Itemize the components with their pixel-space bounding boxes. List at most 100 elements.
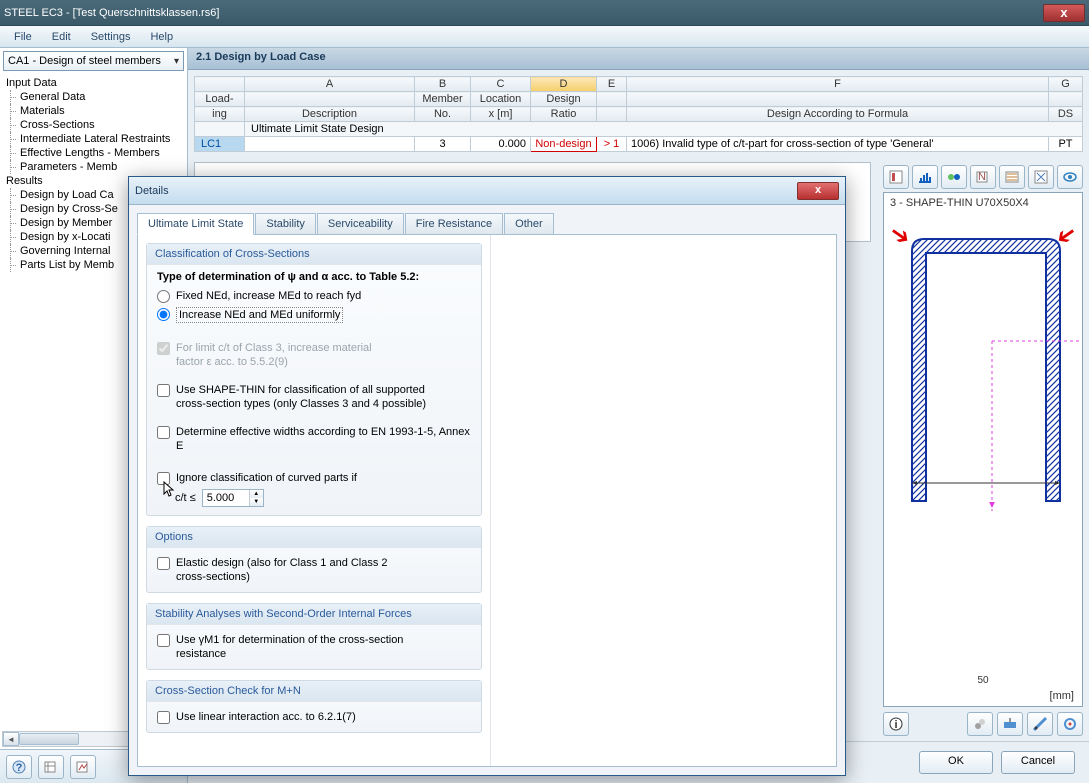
menu-file[interactable]: File xyxy=(4,29,42,45)
window-close-button[interactable]: x xyxy=(1043,4,1085,22)
chk-eff-widths-label: Determine effective widths according to … xyxy=(176,425,471,453)
h-loc2: x [m] xyxy=(471,107,531,122)
eye-icon[interactable] xyxy=(1057,165,1083,189)
menu-edit[interactable]: Edit xyxy=(42,29,81,45)
h-loading2: ing xyxy=(195,107,245,122)
rt-icon-6[interactable] xyxy=(1028,165,1054,189)
cancel-button[interactable]: Cancel xyxy=(1001,751,1075,774)
menu-help[interactable]: Help xyxy=(140,29,183,45)
pt-icon-2[interactable] xyxy=(997,712,1023,736)
tree-lateral-restraints[interactable]: Intermediate Lateral Restraints xyxy=(0,132,187,146)
h-g2: DS xyxy=(1049,107,1083,122)
cell-formula[interactable]: 1006) Invalid type of c/t-part for cross… xyxy=(627,137,1049,152)
rt-icon-1[interactable] xyxy=(883,165,909,189)
dialog-title: Details xyxy=(135,185,169,197)
cell-desc[interactable] xyxy=(245,137,415,152)
toolbar-icon-3[interactable] xyxy=(70,755,96,779)
details-dialog: Details x Ultimate Limit State Stability… xyxy=(128,176,846,776)
rt-icon-2[interactable] xyxy=(912,165,938,189)
ratio-spinner[interactable]: ▲▼ xyxy=(249,490,263,506)
cell-x[interactable]: 0.000 xyxy=(471,137,531,152)
menu-settings[interactable]: Settings xyxy=(81,29,141,45)
case-dropdown-value: CA1 - Design of steel members xyxy=(8,55,161,67)
ratio-input[interactable] xyxy=(203,490,249,506)
group-stability: Stability Analyses with Second-Order Int… xyxy=(146,603,482,670)
group-classification: Classification of Cross-Sections Type of… xyxy=(146,243,482,516)
section-title: 3 - SHAPE-THIN U70X50X4 xyxy=(890,197,1029,209)
h-f1 xyxy=(627,92,1049,107)
svg-text:i: i xyxy=(894,719,897,731)
h-member2: No. xyxy=(415,107,471,122)
tab-serviceability[interactable]: Serviceability xyxy=(317,213,404,234)
scroll-thumb[interactable] xyxy=(19,733,79,745)
help-icon[interactable]: ? xyxy=(6,755,32,779)
radio-increase-label: Increase NEd and MEd uniformly xyxy=(176,307,343,323)
col-d[interactable]: D xyxy=(531,77,597,92)
type-label: Type of determination of ψ and α acc. to… xyxy=(157,271,471,283)
col-b[interactable]: B xyxy=(415,77,471,92)
dialog-titlebar[interactable]: Details x xyxy=(129,177,845,205)
tree-effective-lengths[interactable]: Effective Lengths - Members xyxy=(0,146,187,160)
radio-increase-uniform[interactable] xyxy=(157,308,170,321)
group-crosssection-check: Cross-Section Check for M+N Use linear i… xyxy=(146,680,482,733)
h-e1 xyxy=(597,92,627,107)
info-icon[interactable]: i xyxy=(883,712,909,736)
cell-ratio[interactable]: Non-design xyxy=(531,137,597,152)
cursor-icon xyxy=(163,481,177,499)
tree-materials[interactable]: Materials xyxy=(0,104,187,118)
group-crosscheck-title: Cross-Section Check for M+N xyxy=(147,681,481,702)
chk-eff-widths[interactable] xyxy=(157,426,170,439)
col-a[interactable]: A xyxy=(245,77,415,92)
tree-cross-sections[interactable]: Cross-Sections xyxy=(0,118,187,132)
h-design1: Design xyxy=(531,92,597,107)
h-g1 xyxy=(1049,92,1083,107)
chk-shapethin-label: Use SHAPE-THIN for classification of all… xyxy=(176,383,426,411)
results-table[interactable]: A B C D E F G Load- Member Location Desi… xyxy=(194,76,1083,152)
pt-icon-1[interactable] xyxy=(967,712,993,736)
pt-icon-4[interactable] xyxy=(1057,712,1083,736)
scroll-left-icon[interactable]: ◄ xyxy=(3,732,19,746)
h-loading1: Load- xyxy=(195,92,245,107)
h-desc1 xyxy=(245,92,415,107)
col-f[interactable]: F xyxy=(627,77,1049,92)
col-c[interactable]: C xyxy=(471,77,531,92)
col-e[interactable]: E xyxy=(597,77,627,92)
table-row[interactable]: LC1 3 0.000 Non-design > 1 1006) Invalid… xyxy=(195,137,1083,152)
cell-lc[interactable]: LC1 xyxy=(195,137,245,152)
cell-gt[interactable]: > 1 xyxy=(597,137,627,152)
ok-button[interactable]: OK xyxy=(919,751,993,774)
tree-parameters[interactable]: Parameters - Memb xyxy=(0,160,187,174)
svg-text:?: ? xyxy=(16,762,23,774)
dialog-close-button[interactable]: x xyxy=(797,182,839,200)
dialog-tabs: Ultimate Limit State Stability Serviceab… xyxy=(137,213,837,235)
tab-other[interactable]: Other xyxy=(504,213,554,234)
chk-shapethin[interactable] xyxy=(157,384,170,397)
chk-linear[interactable] xyxy=(157,711,170,724)
chk-limit-label: For limit c/t of Class 3, increase mater… xyxy=(176,341,372,369)
tab-fire[interactable]: Fire Resistance xyxy=(405,213,503,234)
rt-icon-5[interactable] xyxy=(999,165,1025,189)
col-g[interactable]: G xyxy=(1049,77,1083,92)
tab-ultimate[interactable]: Ultimate Limit State xyxy=(137,213,254,235)
toolbar-icon-2[interactable] xyxy=(38,755,64,779)
pt-icon-3[interactable] xyxy=(1027,712,1053,736)
tab-stability[interactable]: Stability xyxy=(255,213,316,234)
col-blank xyxy=(195,77,245,92)
section-shape xyxy=(892,221,1080,521)
chk-gamma-m1[interactable] xyxy=(157,634,170,647)
table-group-row: Ultimate Limit State Design xyxy=(195,122,1083,137)
chk-gamma-label: Use γM1 for determination of the cross-s… xyxy=(176,633,403,661)
cell-ds[interactable]: PT xyxy=(1049,137,1083,152)
h-e2 xyxy=(597,107,627,122)
case-dropdown[interactable]: CA1 - Design of steel members xyxy=(3,51,184,71)
radio-fixed-ned[interactable] xyxy=(157,290,170,303)
h-desc2: Description xyxy=(245,107,415,122)
right-toolbar: N xyxy=(883,162,1083,192)
chk-elastic[interactable] xyxy=(157,557,170,570)
tree-general-data[interactable]: General Data xyxy=(0,90,187,104)
tree-input-data[interactable]: Input Data xyxy=(0,76,187,90)
cell-member[interactable]: 3 xyxy=(415,137,471,152)
rt-icon-4[interactable]: N xyxy=(970,165,996,189)
svg-text:N: N xyxy=(978,171,986,183)
rt-icon-3[interactable] xyxy=(941,165,967,189)
